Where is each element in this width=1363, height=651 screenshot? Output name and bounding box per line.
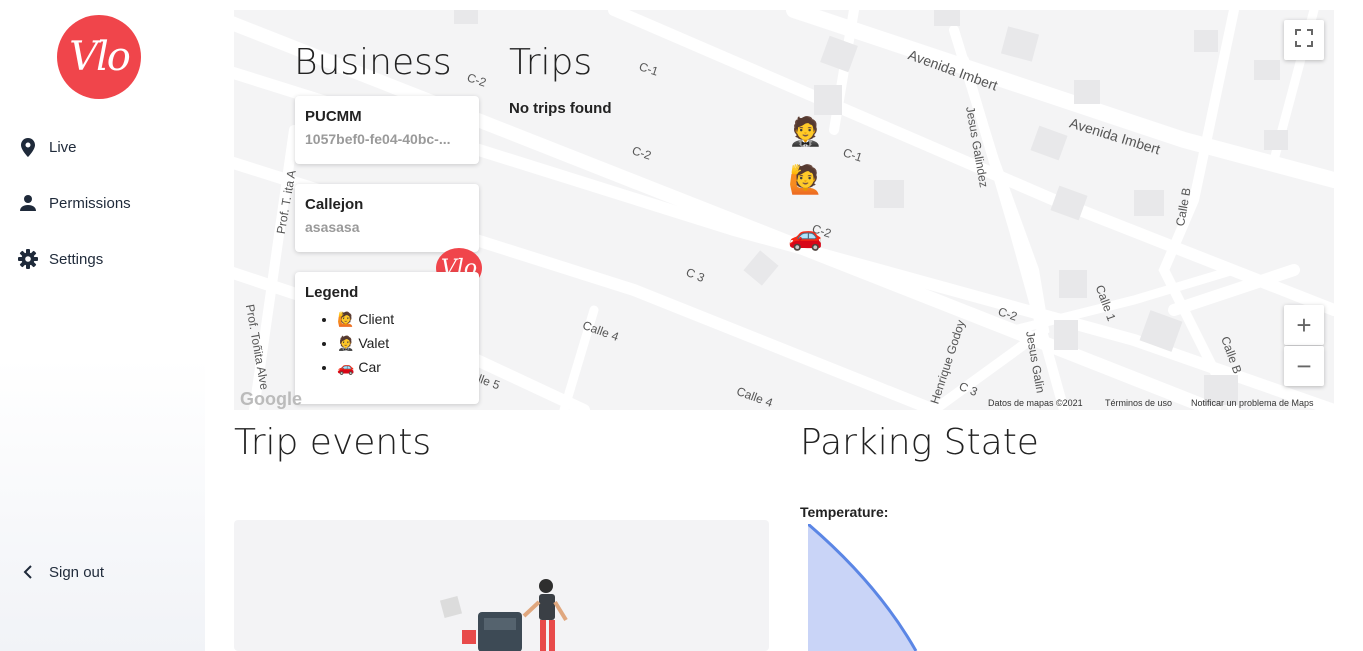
person-icon: [18, 193, 38, 213]
legend-title: Legend: [305, 284, 359, 301]
business-name: PUCMM: [305, 108, 362, 125]
sidebar-item-settings[interactable]: Settings: [18, 247, 103, 271]
car-icon: 🚗: [337, 359, 355, 375]
terms-link[interactable]: Términos de uso: [1105, 398, 1172, 408]
empty-state-illustration: [439, 579, 568, 651]
location-pin-icon: [18, 137, 38, 157]
sidebar-item-live[interactable]: Live: [18, 135, 77, 159]
legend-label: Valet: [358, 335, 390, 351]
parking-state-title: Parking State: [800, 422, 1039, 463]
legend-item-client: 🙋 Client: [337, 307, 469, 331]
car-marker[interactable]: 🚗: [788, 222, 823, 250]
sidebar-item-label: Settings: [49, 250, 104, 268]
zoom-out-button[interactable]: −: [1284, 346, 1324, 386]
gear-icon: [18, 249, 38, 269]
live-map[interactable]: Avenida Imbert Avenida Imbert C-1 C-1 C-…: [234, 10, 1334, 410]
map-data-attribution: Datos de mapas ©2021: [988, 398, 1083, 408]
app-logo[interactable]: Vlo: [57, 15, 141, 99]
temperature-label: Temperature:: [800, 504, 889, 520]
legend-list: 🙋 Client 🤵 Valet 🚗 Car: [305, 307, 469, 379]
valet-icon: 🤵: [337, 335, 355, 351]
google-logo: Google: [240, 389, 302, 409]
sign-out-label: Sign out: [49, 563, 105, 581]
legend-item-valet: 🤵 Valet: [337, 331, 469, 355]
legend-label: Client: [358, 311, 395, 327]
business-card[interactable]: PUCMM 1057bef0-fe04-40bc-...: [295, 96, 479, 164]
temperature-gauge-fill: [808, 524, 916, 651]
sidebar-item-permissions[interactable]: Permissions: [18, 191, 131, 215]
business-title: Business: [294, 42, 452, 83]
sidebar-item-label: Permissions: [49, 194, 131, 212]
legend-item-car: 🚗 Car: [337, 355, 469, 379]
business-card[interactable]: Callejon asasasa: [295, 184, 479, 252]
report-problem-link[interactable]: Notificar un problema de Maps: [1191, 398, 1314, 408]
sign-out-button[interactable]: Sign out: [18, 560, 104, 584]
fullscreen-icon: [1295, 28, 1313, 52]
legend-label: Car: [358, 359, 381, 375]
business-name: Callejon: [305, 196, 364, 213]
plus-icon: +: [1296, 309, 1312, 340]
valet-marker[interactable]: 🤵: [788, 118, 823, 146]
minus-icon: −: [1296, 350, 1312, 381]
client-marker[interactable]: 🙋: [788, 166, 823, 194]
temperature-gauge: [808, 524, 918, 651]
legend-card: Legend 🙋 Client 🤵 Valet 🚗 Car: [295, 272, 479, 404]
fullscreen-button[interactable]: [1284, 20, 1324, 60]
trip-events-title: Trip events: [234, 422, 432, 463]
trip-events-panel: [234, 520, 769, 651]
trips-title: Trips: [509, 42, 593, 83]
chevron-left-icon: [18, 562, 38, 582]
client-icon: 🙋: [337, 311, 355, 327]
business-id: 1057bef0-fe04-40bc-...: [305, 131, 451, 147]
zoom-in-button[interactable]: +: [1284, 305, 1324, 345]
logo-text: Vlo: [69, 34, 131, 80]
sidebar-item-label: Live: [49, 138, 77, 156]
no-trips-message: No trips found: [509, 100, 612, 117]
business-id: asasasa: [305, 219, 360, 235]
sidebar: Vlo Live Permissions Settings Sign out: [0, 0, 205, 651]
